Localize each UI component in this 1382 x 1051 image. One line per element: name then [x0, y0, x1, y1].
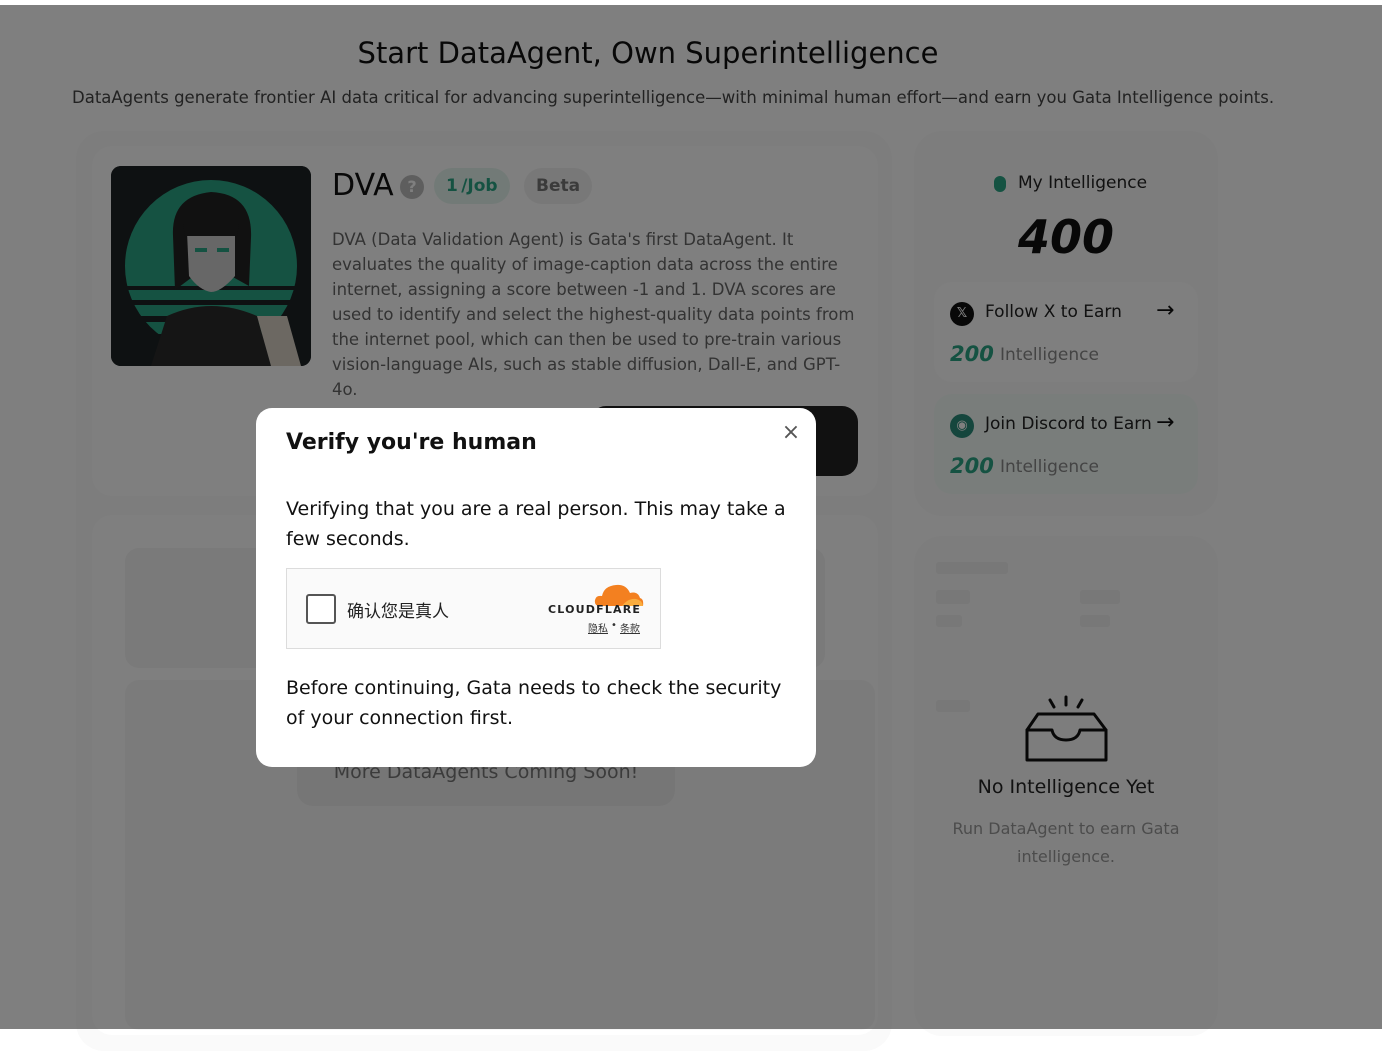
modal-body-text: Verifying that you are a real person. Th…	[286, 498, 786, 550]
modal-footer-text: Before continuing, Gata needs to check t…	[286, 677, 782, 729]
link-separator: •	[611, 620, 617, 631]
privacy-link[interactable]: 隐私	[588, 620, 608, 635]
modal-title: Verify you're human	[286, 430, 537, 455]
human-verification-checkbox[interactable]	[306, 594, 336, 624]
checkbox-label: 确认您是真人	[347, 602, 449, 622]
terms-link[interactable]: 条款	[620, 620, 640, 635]
cloudflare-brand: CLOUDFLARE	[548, 603, 642, 616]
close-icon[interactable]: ×	[780, 422, 802, 444]
